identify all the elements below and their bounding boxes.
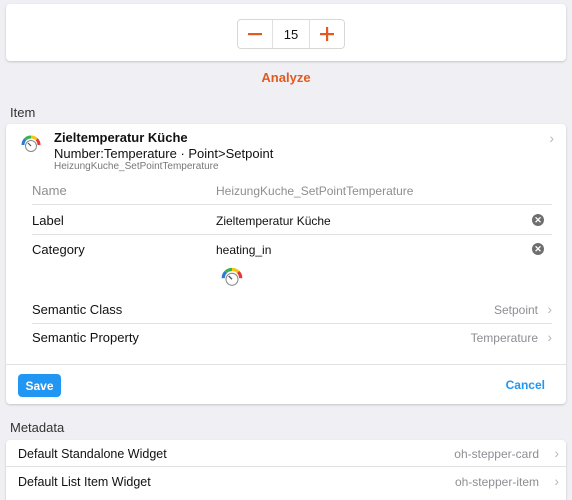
clear-category-icon[interactable]: ✕ — [532, 243, 544, 255]
analyze-link[interactable]: Analyze — [0, 70, 572, 85]
increment-button[interactable] — [310, 20, 344, 48]
name-row: Name HeizungKuche_SetPointTemperature — [32, 176, 552, 205]
metadata-label: Default Standalone Widget — [18, 447, 167, 461]
thermostat-icon — [21, 135, 41, 152]
label-input[interactable]: Zieltemperatur Küche — [216, 214, 331, 228]
semantic-property-label: Semantic Property — [32, 330, 139, 345]
metadata-row-list-item-widget[interactable]: Default List Item Widget oh-stepper-item… — [6, 468, 566, 495]
label-row: Label Zieltemperatur Küche ✕ — [32, 206, 552, 235]
metadata-section-title: Metadata — [10, 420, 65, 435]
item-footer: HeizungKuche_SetPointTemperature — [54, 161, 219, 172]
metadata-card: Default Standalone Widget oh-stepper-car… — [6, 440, 566, 500]
clear-label-icon[interactable]: ✕ — [532, 214, 544, 226]
chevron-right-icon: › — [547, 329, 552, 345]
name-label: Name — [32, 183, 67, 198]
name-value: HeizungKuche_SetPointTemperature — [216, 184, 414, 198]
temperature-stepper: 15 — [237, 19, 345, 49]
item-title: Zieltemperatur Küche — [54, 130, 188, 145]
chevron-right-icon: › — [549, 130, 554, 146]
metadata-value: oh-stepper-card — [454, 447, 539, 461]
metadata-label: Default List Item Widget — [18, 475, 151, 489]
metadata-row-standalone-widget[interactable]: Default Standalone Widget oh-stepper-car… — [6, 440, 566, 467]
plus-icon — [320, 27, 334, 41]
label-label: Label — [32, 213, 64, 228]
semantic-property-row[interactable]: Semantic Property Temperature › — [32, 323, 552, 352]
stepper-card: 15 — [6, 4, 566, 61]
save-button[interactable]: Save — [18, 374, 61, 397]
semantic-class-row[interactable]: Semantic Class Setpoint › — [32, 295, 552, 324]
item-card: Zieltemperatur Küche Number:Temperature … — [6, 124, 566, 404]
semantic-class-value: Setpoint — [493, 303, 538, 317]
category-preview-icon — [221, 267, 243, 286]
decrement-button[interactable] — [238, 20, 272, 48]
minus-icon — [248, 33, 262, 36]
category-input[interactable]: heating_in — [216, 243, 271, 257]
metadata-value: oh-stepper-item — [454, 475, 539, 489]
item-header[interactable]: Zieltemperatur Küche Number:Temperature … — [6, 124, 566, 174]
category-label: Category — [32, 242, 85, 257]
stepper-value[interactable]: 15 — [272, 20, 310, 48]
category-row: Category heating_in ✕ — [32, 235, 552, 264]
item-subtitle: Number:Temperature · Point>Setpoint — [54, 146, 274, 161]
item-section-title: Item — [10, 105, 36, 120]
chevron-right-icon: › — [547, 301, 552, 317]
semantic-class-label: Semantic Class — [32, 302, 123, 317]
chevron-right-icon: › — [554, 473, 559, 489]
item-actions: Save Cancel — [6, 364, 566, 404]
cancel-button[interactable]: Cancel — [506, 378, 545, 392]
chevron-right-icon: › — [554, 445, 559, 461]
semantic-property-value: Temperature — [470, 331, 538, 345]
